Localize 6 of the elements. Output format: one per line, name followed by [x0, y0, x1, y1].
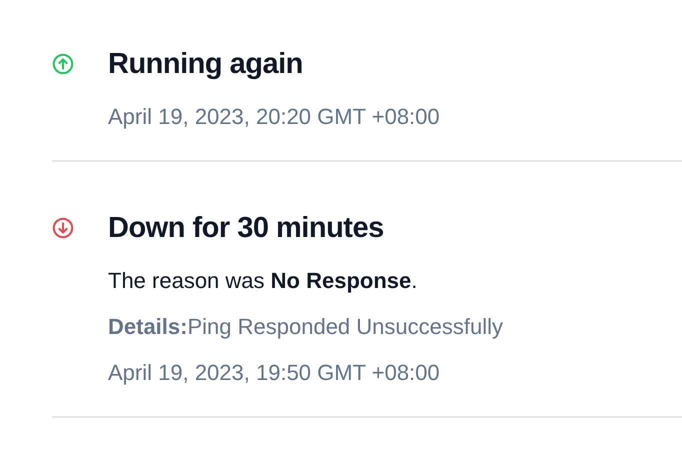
event-title: Running again	[108, 48, 303, 80]
event-details: Details:Ping Responded Unsuccessfully	[108, 314, 503, 340]
event-title: Down for 30 minutes	[108, 212, 384, 244]
event-time: April 19, 2023, 19:50 GMT +08:00	[108, 360, 440, 386]
event-time: April 19, 2023, 20:20 GMT +08:00	[108, 104, 440, 130]
event-reason: The reason was No Response.	[108, 268, 418, 294]
